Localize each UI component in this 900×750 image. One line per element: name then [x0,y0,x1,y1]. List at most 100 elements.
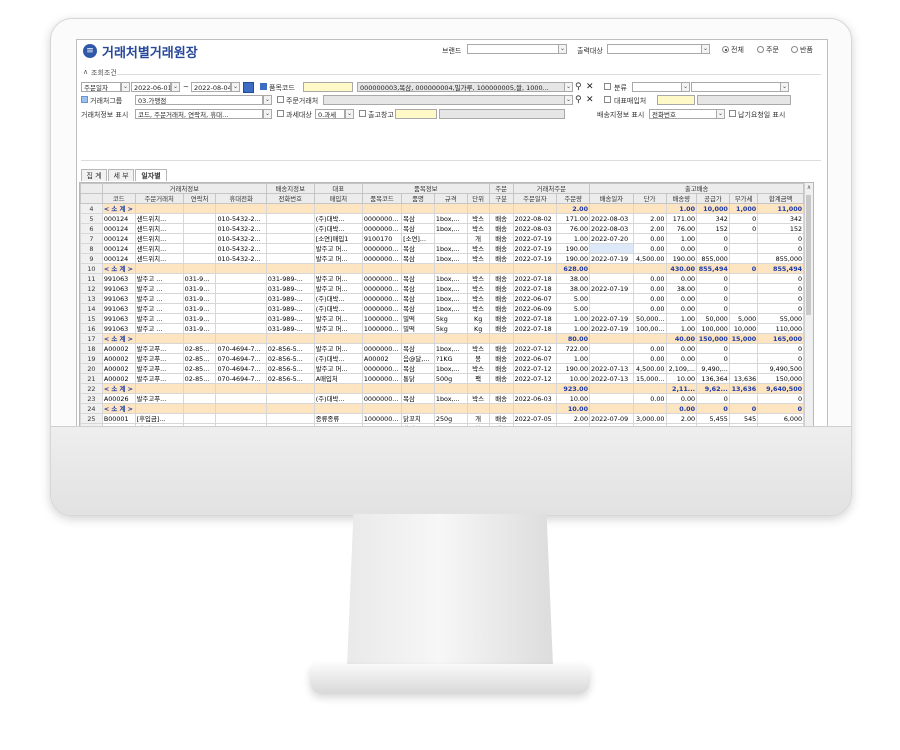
table-row[interactable]: 9 000124 샌드위치... 010-5432-2... 발주고 머... 00000… [80,253,813,264]
table-cell[interactable]: 9,490,500 [757,363,805,374]
table-cell[interactable]: 031-9... [182,283,217,294]
table-cell[interactable] [215,263,267,274]
table-cell[interactable]: 031-989-... [265,313,315,324]
table-cell[interactable]: 0 [757,343,805,354]
table-cell[interactable]: 10.00 [556,373,591,384]
rep-purchaser-input[interactable] [657,95,695,105]
main-customer-input[interactable] [323,95,565,105]
table-cell[interactable]: A00002 [361,353,403,364]
table-cell[interactable] [632,333,667,344]
table-cell[interactable]: 02-85... [182,373,217,384]
table-cell[interactable] [134,383,184,394]
table-cell[interactable]: 배송 [488,303,514,314]
table-cell[interactable]: 2022-06-07 [512,293,558,304]
table-cell[interactable]: 배송 [488,293,514,304]
table-cell[interactable] [182,413,217,424]
table-cell[interactable]: 복삼 [401,363,435,374]
table-cell[interactable]: 010-5432-2... [215,233,267,244]
table-cell[interactable]: 2022-07-19 [589,313,634,324]
table-cell[interactable] [512,333,558,344]
table-cell[interactable]: 복삼 [401,303,435,314]
table-cell[interactable]: 1.00 [665,233,698,244]
chevron-down-icon[interactable]: ⌄ [558,44,567,54]
column-header[interactable]: 주문거래처 [134,193,184,204]
table-cell[interactable]: 031-989-... [265,293,315,304]
table-cell[interactable]: 2022-07-12 [512,343,558,354]
table-cell[interactable]: 10,000 [728,323,759,334]
table-cell[interactable] [215,333,267,344]
table-cell[interactable]: 2022-07-20 [589,233,634,244]
table-cell[interactable]: 02-85... [182,343,217,354]
table-cell[interactable]: 발주고 머... [313,273,363,284]
table-cell[interactable] [728,283,759,294]
table-cell[interactable] [589,353,634,364]
table-cell[interactable] [466,403,490,414]
chevron-down-icon[interactable]: ⌄ [564,82,573,92]
table-cell[interactable]: 4,500.00 [632,253,667,264]
table-cell[interactable]: 배송 [488,373,514,384]
table-cell[interactable] [589,333,634,344]
table-cell[interactable]: 0.00 [632,273,667,284]
table-cell[interactable] [466,203,490,214]
table-cell[interactable]: 발주고 ... [134,323,184,334]
table-cell[interactable] [134,333,184,344]
table-cell[interactable]: 0 [696,293,730,304]
table-cell[interactable] [182,393,217,404]
table-cell[interactable]: 10.00 [665,373,698,384]
table-cell[interactable]: 5,455 [696,413,730,424]
table-cell[interactable]: 0.00 [632,343,667,354]
table-cell[interactable] [182,243,217,254]
table-cell[interactable]: 11,000 [757,203,805,214]
table-cell[interactable]: 9,490,... [696,363,730,374]
table-cell[interactable]: 복삼 [401,283,435,294]
order-target-select[interactable] [607,44,702,54]
table-cell[interactable]: 0.00 [632,243,667,254]
table-cell[interactable]: 2022-06-09 [512,303,558,314]
table-cell[interactable]: 개 [466,413,490,424]
table-row[interactable]: 16 991063 발주고 ... 031-9... 031-989-... 발주고 머.… [80,323,813,334]
table-cell[interactable]: 000124 [101,213,136,224]
table-cell[interactable] [728,353,759,364]
table-row[interactable]: 15 991063 발주고 ... 031-9... 031-989-... 발주고 머.… [80,313,813,324]
table-cell[interactable]: 1box,... [433,213,468,224]
table-cell[interactable]: 2022-07-18 [512,283,558,294]
table-cell[interactable] [512,203,558,214]
table-cell[interactable]: 2022-07-18 [512,273,558,284]
column-header[interactable]: 주문일자 [512,193,558,204]
table-cell[interactable]: 0000000... [361,223,403,234]
table-cell[interactable]: 2.00 [632,213,667,224]
table-cell[interactable] [466,383,490,394]
table-cell[interactable] [401,403,435,414]
table-cell[interactable]: 02-856-5... [265,373,315,384]
column-header[interactable]: 전화번호 [265,193,315,204]
column-header[interactable]: 합계금액 [757,193,805,204]
table-cell[interactable]: 배송 [488,283,514,294]
table-cell[interactable]: 991063 [101,273,136,284]
table-cell[interactable]: 50,000 [696,313,730,324]
table-cell[interactable] [182,383,217,394]
table-cell[interactable]: 발주고 ... [134,313,184,324]
table-cell[interactable]: 샌드위치... [134,253,184,264]
table-cell[interactable]: 031-9... [182,313,217,324]
table-cell[interactable] [265,203,315,214]
table-cell[interactable] [728,233,759,244]
table-cell[interactable]: 0 [696,353,730,364]
table-cell[interactable]: 000124 [101,233,136,244]
tab-summary[interactable]: 집 계 [81,169,107,181]
table-cell[interactable] [466,263,490,274]
table-cell[interactable]: 15,000... [632,373,667,384]
table-cell[interactable]: Kg [466,323,490,334]
table-cell[interactable] [215,323,267,334]
table-cell[interactable]: 1.00 [665,313,698,324]
table-cell[interactable] [361,203,403,214]
table-cell[interactable] [182,203,217,214]
table-cell[interactable]: 박스 [466,303,490,314]
table-cell[interactable]: 음@달,... [401,353,435,364]
table-cell[interactable]: 0 [757,243,805,254]
table-cell[interactable]: 박스 [466,283,490,294]
table-cell[interactable]: 박스 [466,393,490,404]
table-cell[interactable]: 0 [757,233,805,244]
table-cell[interactable]: 430.00 [665,263,698,274]
brand-select[interactable] [467,44,559,54]
table-cell[interactable]: 배송 [488,343,514,354]
